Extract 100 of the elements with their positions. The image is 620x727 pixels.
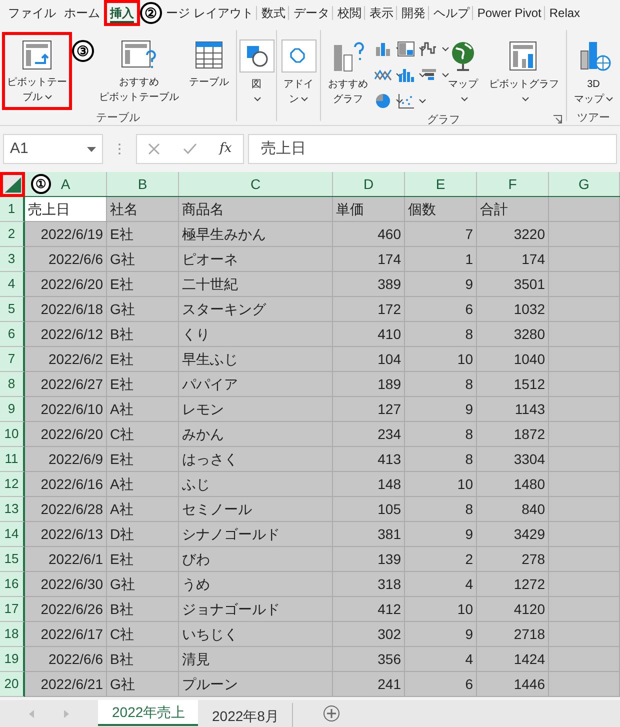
column-header[interactable]: E xyxy=(405,172,477,196)
ribbon-tab[interactable]: 校閲 xyxy=(333,0,366,26)
dropdown-arrow-icon[interactable] xyxy=(87,146,96,152)
ribbon-button[interactable]: ピボットテー ブル xyxy=(2,32,72,110)
cell-range[interactable]: 2022/6/10 A社 レモン 127 9 1143 xyxy=(25,397,620,422)
dialog-launcher-icon[interactable] xyxy=(553,115,562,124)
ribbon-button[interactable]: 3D マップ xyxy=(569,32,618,110)
formula-field[interactable]: 売上日 xyxy=(248,134,617,164)
column-header[interactable]: ① A xyxy=(25,172,107,196)
table-cell-text: 174 xyxy=(522,250,545,268)
row-header[interactable]: 17 xyxy=(0,597,25,622)
ribbon-button[interactable]: マップ xyxy=(442,32,484,110)
table-cell-text: 1512 xyxy=(514,374,545,394)
ribbon-tab[interactable]: 挿入 xyxy=(104,0,140,26)
cell-range[interactable]: 2022/6/17 C社 いちじく 302 9 2718 xyxy=(25,622,620,647)
cell-range[interactable]: 2022/6/27 E社 パパイア 189 8 1512 xyxy=(25,372,620,397)
column-header[interactable]: G xyxy=(549,172,620,196)
table-cell-text: 840 xyxy=(522,500,545,518)
column-header[interactable]: D xyxy=(333,172,405,196)
table-cell-text: 売上日 xyxy=(28,200,70,218)
ribbon-button[interactable]: ピボットグラフ xyxy=(484,32,564,110)
table-cell-text: 1143 xyxy=(514,400,545,418)
cell-range[interactable]: 2022/6/18 G社 スターキング 172 6 1032 xyxy=(25,297,620,322)
ribbon-button[interactable]: おすすめ ピボットテーブル xyxy=(94,32,184,110)
ribbon-button[interactable]: テーブル xyxy=(184,32,234,110)
cell-range[interactable]: 2022/6/30 G社 うめ 318 4 1272 xyxy=(25,572,620,597)
table-cell-text: プルーン xyxy=(182,674,238,694)
cell-range[interactable]: 2022/6/12 B社 くり 410 8 3280 xyxy=(25,322,620,347)
row-header[interactable]: 10 xyxy=(0,422,25,447)
row-header[interactable]: 14 xyxy=(0,522,25,547)
caret-icon xyxy=(419,46,426,52)
add-sheet-button[interactable] xyxy=(323,705,340,722)
table-cell-text: A社 xyxy=(110,400,134,418)
row-header[interactable]: 18 xyxy=(0,622,25,647)
table-cell-text: 8 xyxy=(465,450,473,468)
row-header[interactable]: 7 xyxy=(0,347,25,372)
ribbon-tab[interactable]: Power Pivot xyxy=(473,0,546,26)
table-cell-text: 2022/6/16 xyxy=(40,474,103,494)
cell-range[interactable]: 2022/6/1 E社 びわ 139 2 278 xyxy=(25,547,620,572)
cell-range[interactable]: 2022/6/21 G社 プルーン 241 6 1446 xyxy=(25,672,620,697)
ribbon-tab[interactable]: ファイル xyxy=(4,0,60,26)
row-header[interactable]: 8 xyxy=(0,372,25,397)
table-cell-text: 9 xyxy=(465,624,473,644)
table-icon xyxy=(193,39,225,71)
table-cell-text: 7 xyxy=(465,224,473,244)
ribbon-tab[interactable]: Relax xyxy=(545,0,584,26)
column-header[interactable]: F xyxy=(477,172,549,196)
row-header[interactable]: 11 xyxy=(0,447,25,472)
row-header[interactable]: 5 xyxy=(0,297,25,322)
group-label: テーブル xyxy=(95,110,141,126)
row-header[interactable]: 2 xyxy=(0,222,25,247)
insert-function-button[interactable]: fx xyxy=(220,139,232,159)
row-header[interactable]: 6 xyxy=(0,322,25,347)
row-header[interactable]: 15 xyxy=(0,547,25,572)
name-box[interactable]: A1 xyxy=(3,134,103,164)
row-header[interactable]: 4 xyxy=(0,272,25,297)
table-cell-text: 356 xyxy=(378,650,401,668)
row-header[interactable]: 12 xyxy=(0,472,25,497)
row-header[interactable]: 13 xyxy=(0,497,25,522)
row-header[interactable]: 1 xyxy=(0,197,25,222)
table-cell-text: いちじく xyxy=(182,624,238,644)
column-header[interactable]: B xyxy=(107,172,179,196)
table-cell-text: 2022/6/12 xyxy=(40,324,103,344)
ribbon-tab[interactable]: 表示 xyxy=(365,0,398,26)
cell-range[interactable]: 売上日 社名 商品名 単価 個数 合計 xyxy=(25,197,620,222)
cell-range[interactable]: 2022/6/13 D社 シナノゴールド 381 9 3429 xyxy=(25,522,620,547)
table-cell-text: B社 xyxy=(110,324,134,344)
ribbon-tab[interactable]: 開発 xyxy=(397,0,430,26)
sheet-tab[interactable]: 2022年8月 xyxy=(198,703,293,727)
table-cell-text: 9 xyxy=(465,524,473,544)
row-header[interactable]: 9 xyxy=(0,397,25,422)
cell-range[interactable]: 2022/6/16 A社 ふじ 148 10 1480 xyxy=(25,472,620,497)
checkmark-icon[interactable] xyxy=(182,143,197,155)
cell-range[interactable]: 2022/6/2 E社 早生ふじ 104 10 1040 xyxy=(25,347,620,372)
ribbon-tab[interactable]: ヘルプ xyxy=(429,0,474,26)
row-header[interactable]: 20 xyxy=(0,672,25,697)
select-all-button[interactable] xyxy=(0,172,25,197)
cell-range[interactable]: 2022/6/6 B社 清見 356 4 1424 xyxy=(25,647,620,672)
ribbon-tab[interactable]: データ xyxy=(289,0,334,26)
cell-range[interactable]: 2022/6/19 E社 極早生みかん 460 7 3220 xyxy=(25,222,620,247)
sheet-tab[interactable]: 2022年売上 xyxy=(98,700,198,726)
row-header[interactable]: 16 xyxy=(0,572,25,597)
ribbon-tab[interactable]: ホーム xyxy=(60,0,104,26)
ribbon-button[interactable]: おすすめ グラフ xyxy=(323,32,373,110)
ribbon-tab[interactable]: 数式 xyxy=(257,0,290,26)
table-cell-text: 139 xyxy=(378,550,401,568)
table-cell-text: 10 xyxy=(457,600,473,618)
ribbon-tab[interactable]: ージ レイアウト xyxy=(162,0,258,26)
cell-range[interactable]: 2022/6/20 E社 二十世紀 389 9 3501 xyxy=(25,272,620,297)
table-cell-text: 189 xyxy=(378,374,401,394)
column-header[interactable]: C xyxy=(179,172,333,196)
funnel-chart-icon xyxy=(420,67,438,83)
cell-range[interactable]: 2022/6/20 C社 みかん 234 8 1872 xyxy=(25,422,620,447)
row-header[interactable]: 19 xyxy=(0,647,25,672)
cell-range[interactable]: 2022/6/9 E社 はっさく 413 8 3304 xyxy=(25,447,620,472)
row-header[interactable]: 3 xyxy=(0,247,25,272)
cell-range[interactable]: 2022/6/6 G社 ピオーネ 174 1 174 xyxy=(25,247,620,272)
table-cell-text: 3304 xyxy=(514,450,545,468)
cell-range[interactable]: 2022/6/28 A社 セミノール 105 8 840 xyxy=(25,497,620,522)
cell-range[interactable]: 2022/6/26 B社 ジョナゴールド 412 10 4120 xyxy=(25,597,620,622)
